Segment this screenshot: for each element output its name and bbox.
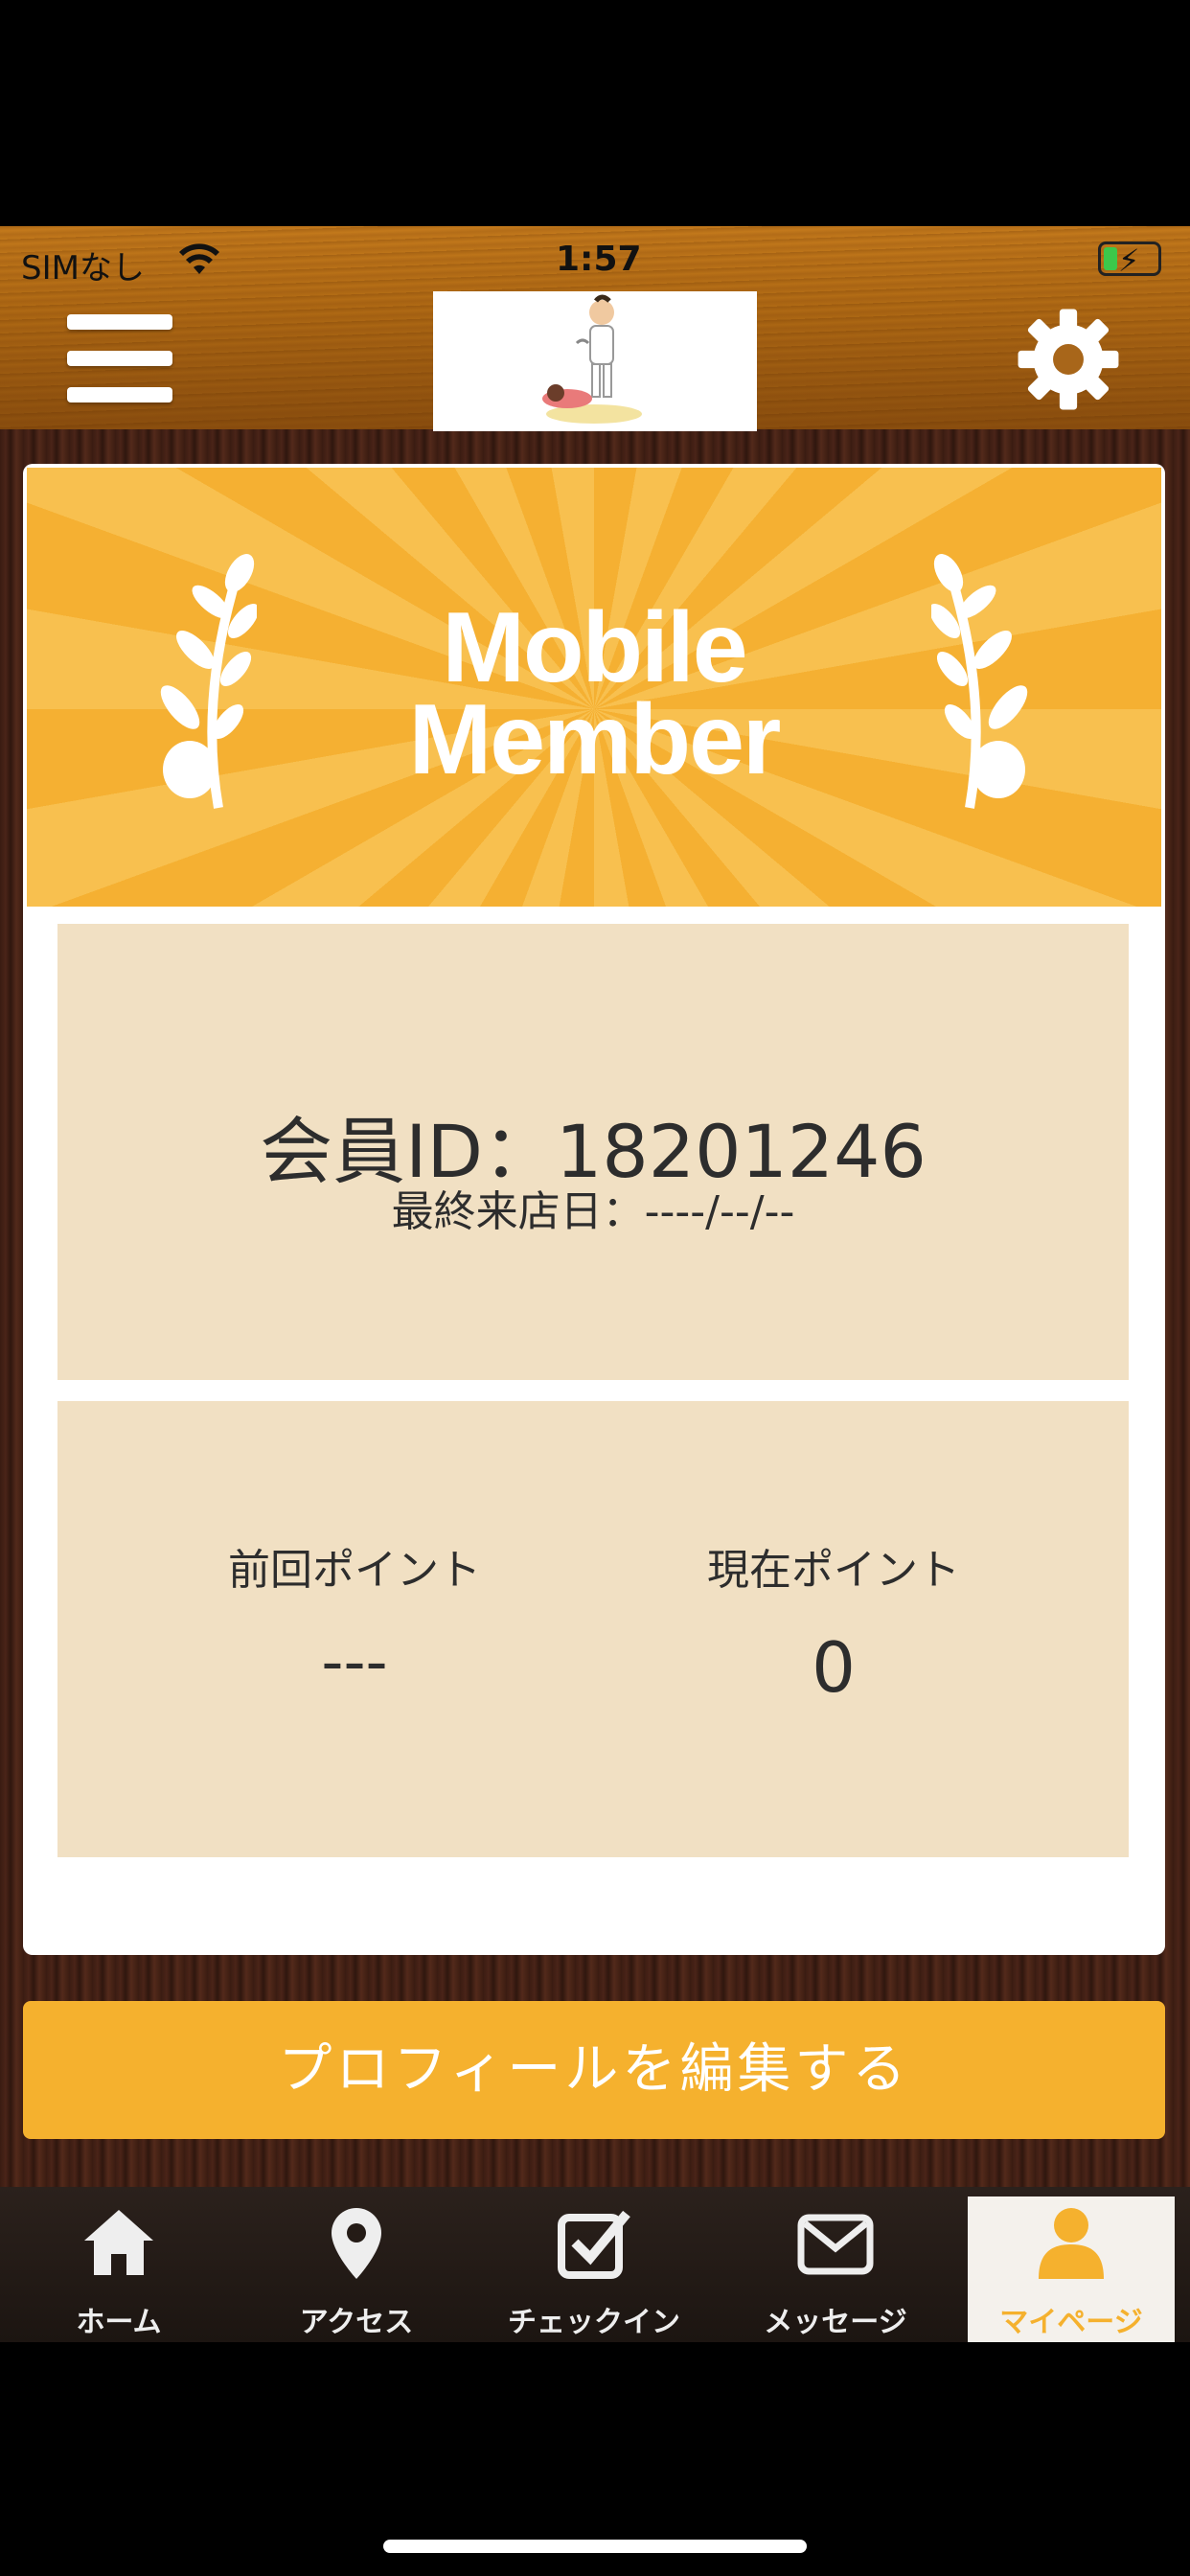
tab-checkin[interactable]: チェックイン [475, 2187, 713, 2342]
checkbox-icon [558, 2210, 630, 2279]
member-info-panel: 会員ID：18201246 最終来店日：----/--/-- [57, 924, 1129, 1380]
tab-mypage[interactable]: マイページ [968, 2196, 1175, 2342]
gear-icon[interactable] [1014, 305, 1123, 414]
tab-checkin-label: チェックイン [508, 2306, 680, 2339]
wifi-icon [179, 243, 219, 274]
battery-icon: ⚡ [1098, 242, 1161, 279]
tab-access[interactable]: アクセス [238, 2187, 475, 2342]
banner-title-line1: Mobile [442, 592, 747, 703]
app-screen: SIMなし 1:57 ⚡ Mobile Member 会員ID：18201246… [0, 226, 1190, 2342]
person-icon [1039, 2208, 1104, 2279]
tab-message[interactable]: メッセージ [717, 2187, 954, 2342]
points-panel: 前回ポイント --- 現在ポイント 0 [57, 1401, 1129, 1857]
edit-profile-button[interactable]: プロフィールを編集する [23, 2001, 1165, 2139]
carrier-label: SIMなし [21, 249, 145, 288]
tab-message-label: メッセージ [764, 2306, 907, 2339]
status-bar: SIMなし 1:57 ⚡ [0, 226, 1190, 293]
mobile-member-banner: Mobile Member [27, 468, 1161, 907]
tab-mypage-label: マイページ [999, 2306, 1143, 2339]
tab-home-label: ホーム [76, 2306, 162, 2339]
member-card: Mobile Member 会員ID：18201246 最終来店日：----/-… [23, 464, 1165, 1955]
header-bar: SIMなし 1:57 ⚡ [0, 226, 1190, 431]
tab-access-label: アクセス [299, 2306, 414, 2339]
home-indicator[interactable] [383, 2540, 807, 2553]
hamburger-menu-icon[interactable] [67, 314, 172, 406]
current-points-value: 0 [812, 1627, 856, 1708]
last-visit-date: 最終来店日：----/--/-- [391, 1187, 795, 1236]
current-points-label: 現在ポイント [707, 1546, 960, 1595]
banner-title-line2: Member [408, 684, 782, 795]
tab-home[interactable]: ホーム [0, 2187, 238, 2342]
bottom-tab-bar: ホーム アクセス チェックイン メッセージ マイページ [0, 2187, 1190, 2342]
map-pin-icon [332, 2208, 381, 2279]
clock: 1:57 [556, 240, 642, 279]
home-icon [84, 2210, 153, 2275]
envelope-icon [797, 2214, 874, 2275]
logo-illustration [542, 294, 642, 424]
shop-logo [433, 291, 757, 431]
